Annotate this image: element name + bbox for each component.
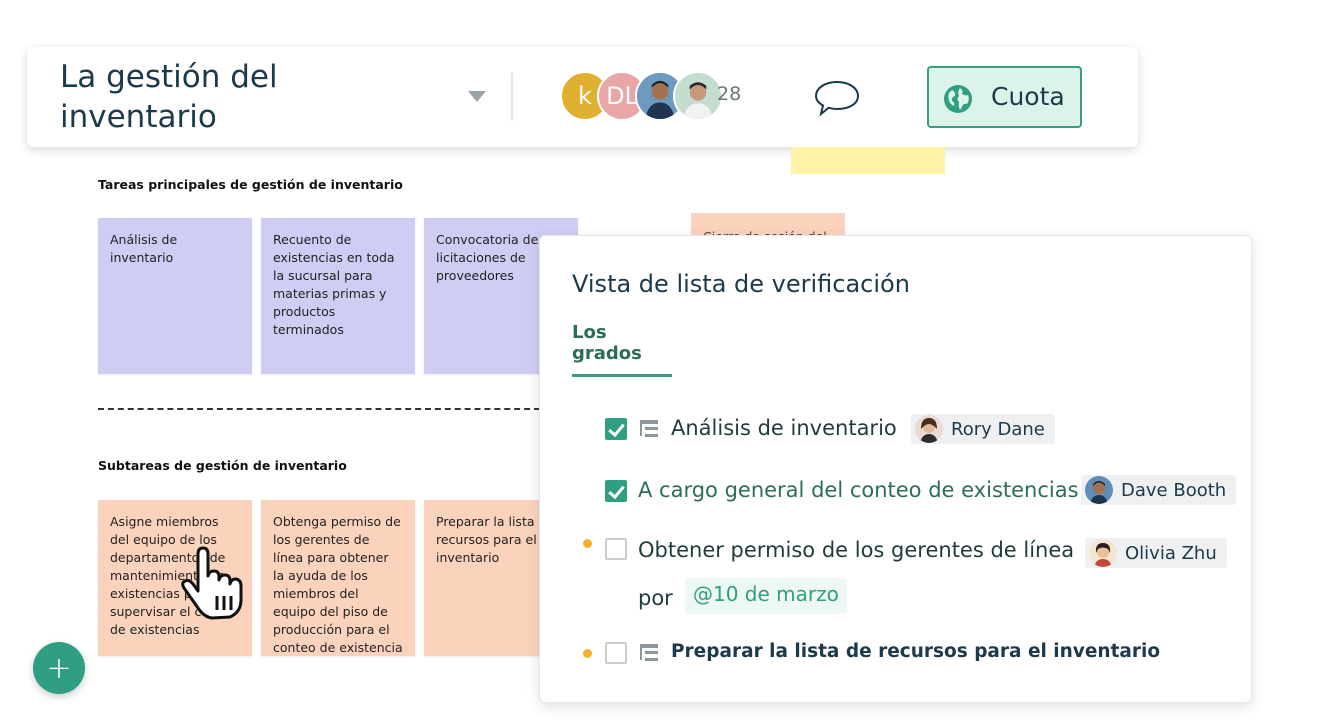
task-checkbox[interactable] — [605, 418, 627, 440]
panel-title: Vista de lista de verificación — [572, 270, 910, 298]
checklist-panel: Vista de lista de verificación Los grado… — [539, 235, 1252, 703]
subtask-icon — [640, 644, 658, 661]
sticky-note[interactable] — [791, 147, 945, 174]
board-title[interactable]: La gestión del inventario — [60, 57, 440, 137]
title-dropdown-icon[interactable] — [468, 91, 486, 102]
sticky-note[interactable]: Análisis de inventario — [98, 218, 252, 374]
avatar — [1089, 539, 1117, 567]
tab-grades[interactable]: Los grados — [572, 322, 672, 377]
avatar-photo[interactable] — [673, 71, 723, 121]
frame-divider — [98, 408, 540, 410]
assignee-chip[interactable]: Dave Booth — [1081, 475, 1237, 505]
collaborator-avatars[interactable]: k DL 28 — [560, 71, 760, 123]
share-button-label: Cuota — [991, 82, 1065, 111]
avatar-initial: DL — [606, 82, 638, 110]
due-prefix: por — [638, 586, 673, 610]
hand-cursor-icon — [181, 546, 243, 620]
add-button[interactable]: + — [33, 642, 85, 694]
task-checkbox[interactable] — [605, 642, 627, 664]
task-label[interactable]: Obtener permiso de los gerentes de línea — [638, 538, 1074, 562]
due-indicator — [583, 539, 592, 548]
avatar — [1085, 476, 1113, 504]
subtask-icon — [640, 420, 658, 437]
share-button[interactable]: Cuota — [927, 66, 1082, 128]
sticky-note[interactable]: Cierre de sesión del — [691, 213, 845, 237]
header-divider — [511, 73, 513, 121]
whiteboard-canvas[interactable]: La gestión del inventario k DL 28 Cuota — [0, 0, 1338, 720]
frame-title[interactable]: Subtareas de gestión de inventario — [98, 458, 347, 473]
avatar-initial: k — [578, 82, 592, 110]
comment-icon[interactable] — [813, 78, 861, 118]
assignee-name: Rory Dane — [951, 418, 1045, 440]
board-title-line-2: inventario — [60, 99, 217, 135]
assignee-chip[interactable]: Rory Dane — [911, 414, 1055, 444]
board-title-line-1: La gestión del — [60, 59, 278, 95]
task-checkbox[interactable] — [605, 538, 627, 560]
due-date-chip[interactable]: @10 de marzo — [685, 578, 847, 614]
assignee-name: Dave Booth — [1121, 479, 1227, 501]
board-header: La gestión del inventario k DL 28 Cuota — [27, 47, 1138, 147]
collaborator-count[interactable]: 28 — [717, 83, 741, 105]
sticky-note[interactable]: Recuento de existencias en toda la sucur… — [261, 218, 415, 374]
globe-icon — [944, 85, 972, 113]
due-indicator — [583, 649, 592, 658]
avatar — [915, 415, 943, 443]
sticky-note[interactable]: Obtenga permiso de los gerentes de línea… — [261, 500, 415, 656]
task-label[interactable]: A cargo general del conteo de existencia… — [638, 478, 1079, 502]
frame-title[interactable]: Tareas principales de gestión de inventa… — [98, 177, 403, 192]
task-checkbox[interactable] — [605, 480, 627, 502]
assignee-name: Olivia Zhu — [1125, 542, 1217, 564]
task-label[interactable]: Preparar la lista de recursos para el in… — [671, 641, 1160, 662]
assignee-chip[interactable]: Olivia Zhu — [1085, 538, 1227, 568]
task-label[interactable]: Análisis de inventario — [671, 416, 897, 440]
